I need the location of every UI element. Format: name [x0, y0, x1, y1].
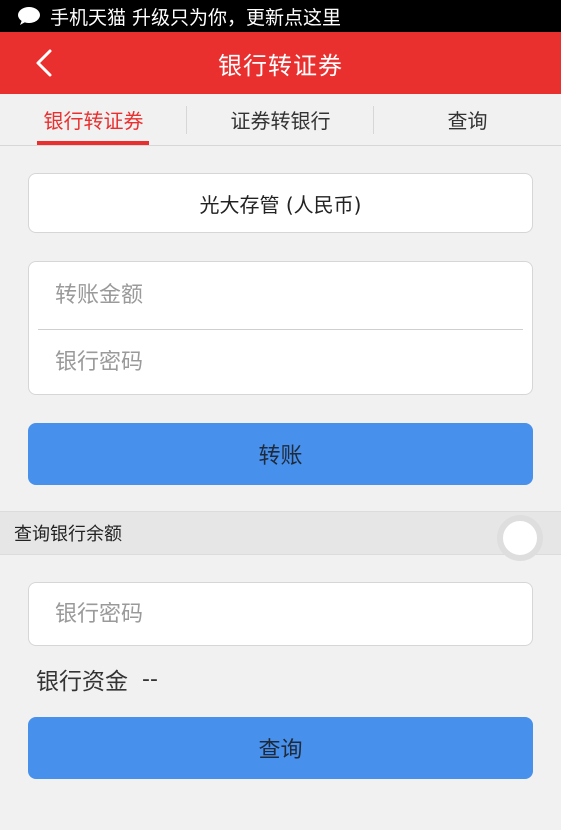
transfer-button[interactable]: 转账: [28, 423, 533, 485]
password-row: [29, 329, 532, 396]
tab-label: 证券转银行: [230, 109, 331, 133]
balance-toggle[interactable]: [497, 515, 543, 561]
bank-funds: 银行资金 --: [36, 662, 158, 696]
tab-label: 银行转证券: [43, 109, 144, 133]
back-arrow-icon[interactable]: [30, 48, 60, 78]
balance-password-field: [28, 582, 533, 646]
tab-query[interactable]: 查询: [374, 94, 561, 145]
amount-input[interactable]: [55, 283, 532, 308]
tab-divider: [186, 106, 187, 134]
tab-label: 查询: [447, 109, 488, 133]
amount-row: [29, 262, 532, 329]
tab-securities-to-bank[interactable]: 证券转银行: [187, 94, 374, 145]
tab-bank-to-securities[interactable]: 银行转证券: [0, 94, 187, 145]
bank-password-input[interactable]: [55, 350, 532, 375]
query-button[interactable]: 查询: [28, 717, 533, 779]
balance-section-title: 查询银行余额: [14, 524, 122, 545]
tab-divider: [373, 106, 374, 134]
notification-text[interactable]: 手机天猫 升级只为你，更新点这里: [50, 3, 341, 30]
app-header: 银行转证券: [0, 32, 561, 94]
divider: [38, 329, 523, 330]
status-bar: 手机天猫 升级只为你，更新点这里: [0, 0, 561, 32]
balance-section-header: 查询银行余额: [0, 511, 561, 561]
page-title: 银行转证券: [218, 51, 343, 80]
account-selector[interactable]: 光大存管 (人民币): [28, 173, 533, 233]
query-button-label: 查询: [258, 738, 303, 763]
tab-bar: 银行转证券 证券转银行 查询: [0, 94, 561, 146]
chat-bubble-icon: [18, 7, 40, 25]
transfer-form: [28, 261, 533, 395]
bank-funds-label: 银行资金: [36, 669, 128, 695]
account-selector-label: 光大存管 (人民币): [199, 192, 362, 217]
bank-funds-value: --: [142, 666, 158, 692]
transfer-button-label: 转账: [258, 444, 303, 469]
balance-password-input[interactable]: [55, 601, 532, 627]
